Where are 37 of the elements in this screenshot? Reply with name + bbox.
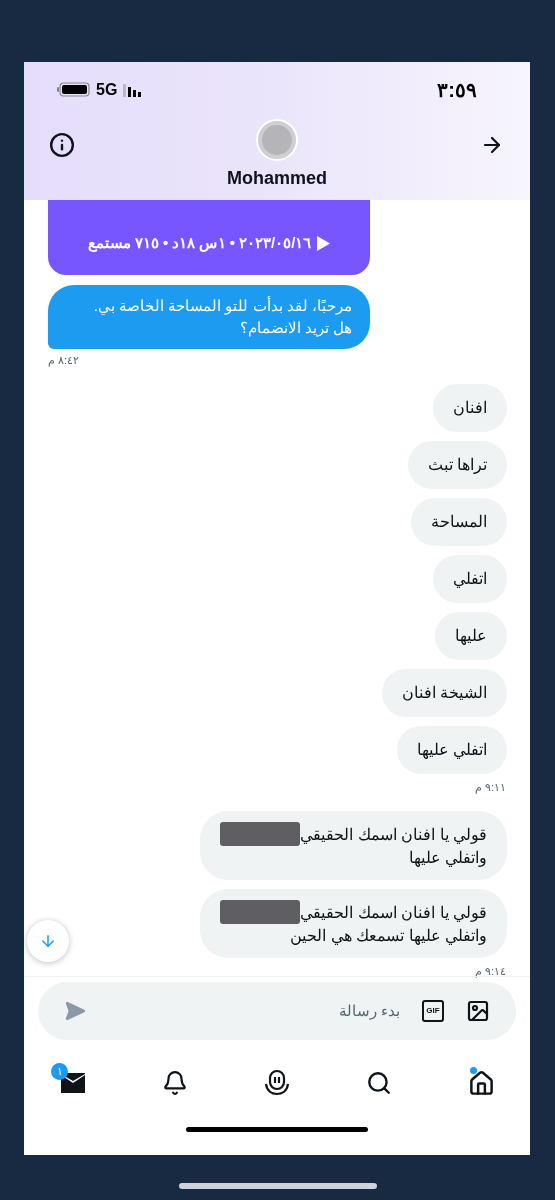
home-icon (467, 1069, 495, 1097)
image-icon[interactable] (466, 999, 490, 1023)
unread-count-badge: ١ (51, 1063, 68, 1080)
gif-button[interactable]: GIF (422, 1000, 444, 1022)
space-card[interactable]: ٢٠٢٣/٠٥/١٦ • ١س ١٨د • ٧١٥ مستمع (48, 200, 370, 275)
message-text: عليها (455, 626, 487, 647)
message-text: واتفلي عليها تسمعك هي الحين (290, 926, 487, 947)
message-text: اتفلي عليها (416, 740, 487, 761)
message-text: قولي يا افنان اسمك الحقيقي (300, 824, 487, 846)
play-icon (317, 235, 331, 251)
message-time: ٩:١١ م (474, 782, 506, 793)
info-icon (49, 132, 75, 158)
signal-icon (123, 82, 144, 97)
battery-icon (57, 82, 90, 97)
message-time: ٨:٤٢ م (48, 355, 80, 366)
info-button[interactable] (48, 131, 76, 159)
contact-name: Mohammed (227, 167, 327, 189)
message-text: اتفلي (453, 569, 487, 590)
clock-time: ٣:٥٩ (437, 77, 477, 103)
arrow-down-icon (39, 932, 57, 950)
avatar (256, 119, 298, 161)
network-label: 5G (96, 79, 118, 100)
message-text: هل تريد الانضمام؟ (239, 318, 352, 339)
message-text: افنان (453, 398, 487, 418)
bell-icon (162, 1070, 188, 1096)
message-text: المساحة (431, 512, 487, 532)
message-text: واتفلي عليها (408, 848, 487, 869)
envelope-icon (60, 1072, 86, 1094)
message-text: الشيخة افنان (401, 683, 487, 703)
microphone-face-icon (264, 1069, 290, 1097)
space-details: ٢٠٢٣/٠٥/١٦ • ١س ١٨د • ٧١٥ مستمع (87, 233, 312, 254)
message-text: مرحبًا، لقد بدأت للتو المساحة الخاصة بي. (93, 295, 352, 317)
send-icon (64, 1000, 86, 1022)
message-text: تراها تبث (427, 455, 487, 476)
message-text: قولي يا افنان اسمك الحقيقي (300, 902, 487, 924)
search-icon (366, 1070, 392, 1096)
message-input[interactable]: بدء رسالة (250, 999, 400, 1023)
